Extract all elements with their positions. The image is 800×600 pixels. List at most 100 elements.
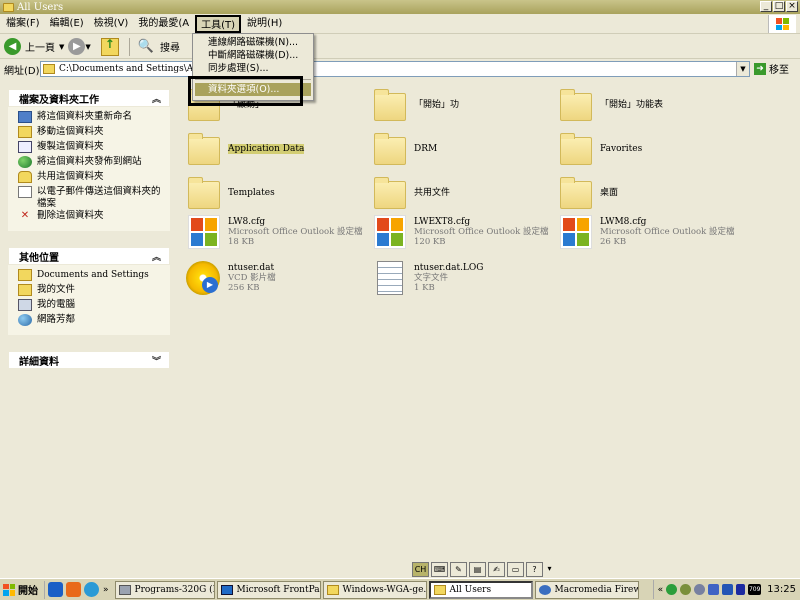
place-my-documents[interactable]: 我的文件: [18, 284, 162, 299]
details-panel: 詳細資料 ︾: [8, 351, 170, 369]
file-item-folder-drm[interactable]: DRM: [374, 131, 437, 165]
file-item-folder-templates[interactable]: Templates: [188, 175, 275, 209]
tray-app-icon[interactable]: [680, 584, 692, 595]
task-macromedia-fireworks[interactable]: Macromedia Firewo...: [534, 580, 639, 599]
tray-app-icon[interactable]: [736, 584, 746, 595]
file-name: 「開始」功能表: [600, 100, 664, 110]
file-item-folder-shared-documents[interactable]: 共用文件: [374, 175, 450, 209]
go-button[interactable]: ➜ 移至: [754, 61, 789, 76]
task-all-users[interactable]: All Users: [428, 580, 533, 599]
task-windows-wga[interactable]: Windows-WGA-ge...: [322, 580, 427, 599]
start-button[interactable]: 開始: [0, 580, 45, 599]
file-item-lw8-cfg[interactable]: LW8.cfg Microsoft Office Outlook 設定檔 18 …: [188, 215, 363, 249]
task-programs-drive[interactable]: Programs-320G (P:): [114, 580, 215, 599]
menu-edit[interactable]: 編輯(E): [46, 15, 88, 33]
task-label: 將這個資料夾重新命名: [37, 111, 133, 122]
file-item-lwext8-cfg[interactable]: LWEXT8.cfg Microsoft Office Outlook 設定檔 …: [374, 215, 549, 249]
file-name: LWM8.cfg: [600, 217, 647, 227]
folder-icon: [374, 89, 406, 121]
screen-icon[interactable]: ▭: [507, 562, 524, 577]
file-item-ntuser-dat-log[interactable]: ntuser.dat.LOG 文字文件 1 KB: [374, 261, 483, 295]
tray-app-icon[interactable]: [666, 584, 678, 595]
menu-help[interactable]: 說明(H): [243, 15, 286, 33]
file-tasks-header[interactable]: 檔案及資料夾工作 ︽: [8, 89, 170, 107]
file-item-folder-application-data[interactable]: Application Data: [188, 131, 305, 165]
file-item-lwm8-cfg[interactable]: LWM8.cfg Microsoft Office Outlook 設定檔 26…: [560, 215, 735, 249]
file-size: 1 KB: [414, 283, 435, 293]
maximize-button[interactable]: □: [773, 1, 785, 12]
place-network[interactable]: 網路芳鄰: [18, 314, 162, 329]
frontpage-icon: [220, 584, 233, 595]
task-copy-folder[interactable]: 複製這個資料夾: [18, 141, 162, 156]
media-player-icon[interactable]: [66, 582, 81, 597]
ime-pad-icon[interactable]: ✎: [450, 562, 467, 577]
back-arrow-icon[interactable]: ◀: [4, 38, 21, 55]
file-size: 18 KB: [228, 237, 255, 247]
file-name: Templates: [228, 188, 275, 198]
language-bar: CH ⌨ ✎ ▤ ✍ ▭ ? ▾: [412, 561, 554, 578]
menu-view[interactable]: 檢視(V): [90, 15, 133, 33]
ie-icon[interactable]: [48, 582, 63, 597]
tray-app-icon[interactable]: [708, 584, 720, 595]
menu-favorites[interactable]: 我的最愛(A: [134, 15, 193, 33]
other-places-header[interactable]: 其他位置 ︽: [8, 247, 170, 265]
menu-item-map-network-drive[interactable]: 連線網路磁碟機(N)...: [193, 36, 313, 49]
file-name: 「開始」功: [414, 100, 460, 110]
address-input[interactable]: C:\Documents and Settings\All Users ▼: [40, 61, 750, 77]
menu-file[interactable]: 檔案(F): [2, 15, 44, 33]
file-item-folder-desktop[interactable]: 桌面: [560, 175, 618, 209]
quicklaunch-chevron-icon[interactable]: »: [103, 585, 109, 595]
task-email-folder[interactable]: 以電子郵件傳送這個資料夾的檔案: [18, 186, 162, 210]
file-item-folder-start-menu[interactable]: 「開始」功能表: [560, 87, 663, 121]
move-folder-icon: [18, 126, 32, 138]
search-icon[interactable]: 🔍: [138, 39, 154, 54]
back-button[interactable]: 上一頁: [25, 39, 55, 54]
address-dropdown-icon[interactable]: ▼: [736, 62, 749, 76]
windows-logo-icon: [3, 583, 15, 596]
file-item-folder-favorites[interactable]: Favorites: [560, 131, 642, 165]
up-folder-icon[interactable]: [100, 37, 119, 56]
clock[interactable]: 13:25: [767, 584, 796, 595]
options-icon[interactable]: ▾: [545, 562, 554, 577]
menu-item-synchronize[interactable]: 同步處理(S)...: [193, 62, 313, 75]
place-documents-and-settings[interactable]: Documents and Settings: [18, 269, 162, 284]
task-rename-folder[interactable]: 將這個資料夾重新命名: [18, 111, 162, 126]
keyboard-icon[interactable]: ⌨: [431, 562, 448, 577]
task-label: Microsoft FrontPage...: [236, 584, 320, 595]
collapse-chevron-icon[interactable]: ︽: [152, 92, 161, 105]
file-item-folder-start-menu-partial[interactable]: 「開始」功: [374, 87, 459, 121]
search-button[interactable]: 搜尋: [160, 39, 180, 54]
forward-button[interactable]: ▶: [68, 38, 86, 55]
menu-item-disconnect-network-drive[interactable]: 中斷網路磁碟機(D)...: [193, 49, 313, 62]
minimize-button[interactable]: _: [760, 1, 772, 12]
title-bar[interactable]: All Users _ □ ×: [0, 0, 800, 14]
input-mode-button[interactable]: CH: [412, 562, 429, 577]
tray-badge-icon[interactable]: 709: [748, 584, 762, 595]
expand-chevron-icon[interactable]: ︾: [152, 354, 161, 367]
place-my-computer[interactable]: 我的電腦: [18, 299, 162, 314]
share-folder-icon: [18, 171, 32, 183]
collapse-chevron-icon[interactable]: ︽: [152, 250, 161, 263]
back-dropdown-icon[interactable]: ▼: [59, 43, 64, 51]
task-label: All Users: [449, 584, 492, 595]
help-icon[interactable]: ?: [526, 562, 543, 577]
task-move-folder[interactable]: 移動這個資料夾: [18, 126, 162, 141]
file-item-ntuser-dat[interactable]: ntuser.dat VCD 影片檔 256 KB: [186, 261, 276, 295]
tray-app-icon[interactable]: [722, 584, 734, 595]
forward-dropdown-icon[interactable]: ▼: [85, 43, 90, 51]
close-button[interactable]: ×: [786, 1, 798, 12]
soft-keyboard-icon[interactable]: ▤: [469, 562, 486, 577]
go-arrow-icon: ➜: [754, 62, 766, 75]
menu-tools[interactable]: 工具(T): [195, 14, 242, 33]
task-share-folder[interactable]: 共用這個資料夾: [18, 171, 162, 186]
details-header[interactable]: 詳細資料 ︾: [8, 351, 170, 369]
tray-app-icon[interactable]: [694, 584, 706, 595]
task-frontpage[interactable]: Microsoft FrontPage...: [216, 580, 321, 599]
pen-icon[interactable]: ✍: [488, 562, 505, 577]
task-delete-folder[interactable]: ✕ 刪除這個資料夾: [18, 210, 162, 225]
folder-icon: [433, 584, 446, 595]
tray-expand-icon[interactable]: «: [658, 585, 664, 595]
folder-icon: [326, 584, 339, 595]
task-publish-folder[interactable]: 將這個資料夾發佈到網站: [18, 156, 162, 171]
browser-icon[interactable]: [84, 582, 99, 597]
